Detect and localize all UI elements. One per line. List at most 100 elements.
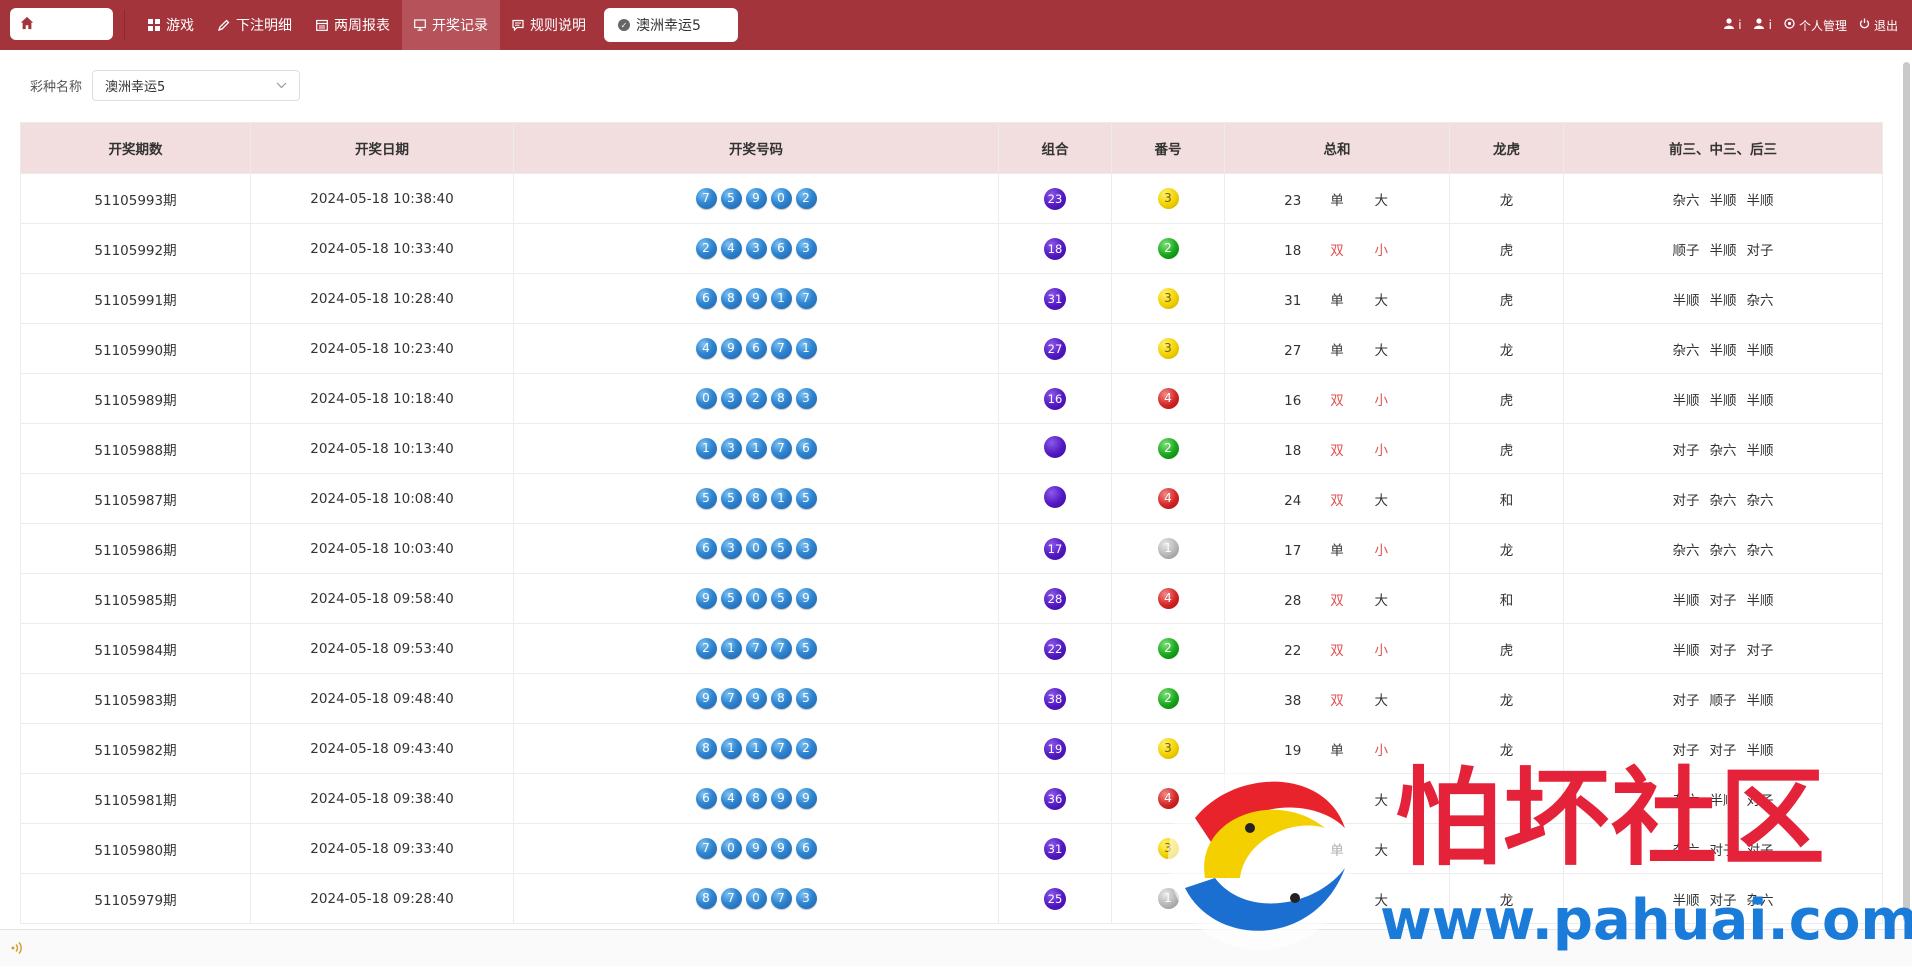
cell-combo: 23	[998, 173, 1112, 224]
draw-ball: 4	[720, 788, 742, 809]
draw-ball: 8	[695, 738, 717, 759]
cell-dragon-tiger: 虎	[1449, 223, 1564, 274]
sum-value: 19	[1284, 742, 1302, 759]
big-small-value: 小	[1374, 242, 1389, 259]
cell-issue: 51105979期	[20, 873, 251, 924]
logout-label: 退出	[1873, 18, 1898, 33]
sound-icon[interactable]	[10, 941, 24, 955]
sum-value: 27	[1284, 342, 1302, 359]
odd-even-value: 双	[1330, 242, 1344, 259]
cell-numbers: 55815	[513, 473, 999, 524]
sum-value: 31	[1284, 292, 1302, 309]
nav-draw-records[interactable]: 开奖记录	[402, 0, 500, 50]
cell-fan: 1	[1111, 523, 1225, 574]
cell-combo: 17	[998, 523, 1112, 574]
personal-management-link[interactable]: 个人管理	[1784, 17, 1847, 34]
logout-link[interactable]: 退出	[1859, 17, 1898, 34]
message-icon	[512, 19, 525, 32]
cell-sum: 24 双 大	[1224, 473, 1450, 524]
vertical-scrollbar[interactable]	[1903, 62, 1910, 922]
cell-date: 2024-05-18 10:08:40	[250, 473, 514, 524]
cell-numbers: 70996	[513, 823, 999, 874]
lottery-select[interactable]: 澳洲幸运5	[92, 70, 301, 101]
sum-value: 17	[1284, 542, 1302, 559]
cell-sum: 22 双 小	[1224, 623, 1450, 674]
user-balance[interactable]: ⅰ	[1753, 18, 1772, 32]
header-dragon-tiger: 龙虎	[1449, 122, 1564, 174]
lottery-tab-active[interactable]: ✓ 澳洲幸运5	[604, 8, 738, 42]
pattern-value: 半顺	[1746, 342, 1774, 359]
pattern-value: 半顺	[1746, 692, 1774, 709]
watermark: 怕坏社区 www.pahuai.com	[1155, 758, 1912, 963]
pattern-value: 半顺	[1672, 642, 1700, 659]
cell-sum: 18 双 小	[1224, 223, 1450, 274]
table-row: 51105987期 2024-05-18 10:08:40 55815 4 24…	[20, 473, 1883, 524]
cell-issue: 51105992期	[20, 223, 251, 274]
combo-ball	[1044, 485, 1066, 508]
draw-ball: 3	[745, 238, 767, 259]
pattern-value: 对子	[1746, 642, 1774, 659]
pattern-value: 杂六	[1672, 192, 1700, 209]
cell-fan: 3	[1111, 273, 1225, 324]
cell-sum: 28 双 大	[1224, 573, 1450, 624]
combo-ball: 23	[1044, 187, 1066, 210]
cell-issue: 51105991期	[20, 273, 251, 324]
cell-sum: 27 单 大	[1224, 323, 1450, 374]
big-small-value: 小	[1374, 442, 1389, 459]
odd-even-value: 单	[1330, 542, 1344, 559]
pen-icon	[218, 19, 231, 32]
nav-biweekly-report-label: 两周报表	[334, 18, 390, 34]
draw-ball: 6	[695, 788, 717, 809]
cell-numbers: 13176	[513, 423, 999, 474]
draw-ball: 1	[770, 288, 792, 309]
cell-combo	[998, 423, 1112, 474]
cell-combo: 28	[998, 573, 1112, 624]
sum-value: 23	[1284, 192, 1302, 209]
draw-ball: 4	[720, 238, 742, 259]
home-button[interactable]	[10, 8, 113, 40]
table-row: 51105992期 2024-05-18 10:33:40 24363 18 2…	[20, 223, 1883, 274]
cell-patterns: 杂六 半顺 半顺	[1563, 323, 1883, 374]
draw-ball: 5	[720, 488, 742, 509]
fan-ball: 2	[1157, 688, 1179, 709]
nav-bet-details[interactable]: 下注明细	[206, 0, 304, 50]
cell-dragon-tiger: 虎	[1449, 423, 1564, 474]
sum-value: 38	[1284, 692, 1302, 709]
header-fan: 番号	[1111, 122, 1225, 174]
cell-date: 2024-05-18 10:33:40	[250, 223, 514, 274]
cell-date: 2024-05-18 09:53:40	[250, 623, 514, 674]
main-nav: 游戏 下注明细 两周报表 开奖记录 规则说明	[136, 0, 598, 50]
cell-issue: 51105985期	[20, 573, 251, 624]
cell-combo: 31	[998, 273, 1112, 324]
nav-biweekly-report[interactable]: 两周报表	[304, 0, 402, 50]
draw-ball: 0	[720, 838, 742, 859]
draw-ball: 0	[695, 388, 717, 409]
pattern-value: 半顺	[1746, 442, 1774, 459]
cell-dragon-tiger: 龙	[1449, 523, 1564, 574]
cell-date: 2024-05-18 10:03:40	[250, 523, 514, 574]
cell-sum: 18 双 小	[1224, 423, 1450, 474]
draw-ball: 5	[795, 688, 817, 709]
draw-ball: 6	[770, 238, 792, 259]
pattern-value: 顺子	[1672, 242, 1700, 259]
cell-date: 2024-05-18 10:13:40	[250, 423, 514, 474]
user-info[interactable]: ⅰ	[1724, 18, 1742, 32]
fan-ball: 2	[1157, 238, 1179, 259]
pattern-value: 半顺	[1746, 192, 1774, 209]
nav-rules[interactable]: 规则说明	[500, 0, 598, 50]
big-small-value: 小	[1374, 642, 1389, 659]
combo-ball: 22	[1044, 637, 1066, 660]
nav-draw-records-label: 开奖记录	[432, 18, 488, 34]
nav-games[interactable]: 游戏	[136, 0, 206, 50]
table-row: 51105985期 2024-05-18 09:58:40 95059 28 4…	[20, 573, 1883, 624]
cell-fan: 4	[1111, 573, 1225, 624]
draw-ball: 9	[795, 788, 817, 809]
sum-value: 24	[1284, 492, 1302, 509]
draw-ball: 8	[720, 288, 742, 309]
cell-patterns: 半顺 对子 对子	[1563, 623, 1883, 674]
user-glyph-1: ⅰ	[1738, 18, 1742, 32]
draw-ball: 7	[720, 688, 742, 709]
cell-numbers: 97985	[513, 673, 999, 724]
draw-ball: 3	[795, 238, 817, 259]
pattern-value: 半顺	[1672, 592, 1700, 609]
